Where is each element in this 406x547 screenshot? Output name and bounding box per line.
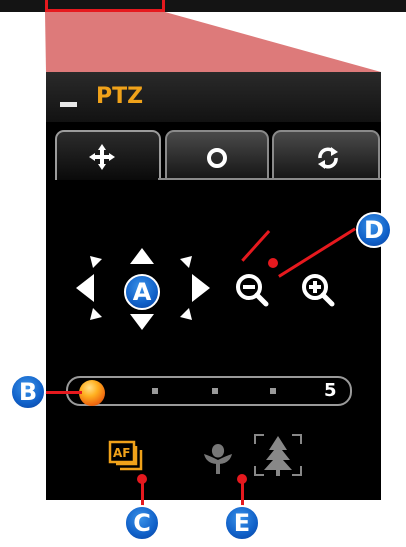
af-icon[interactable]: AF [108, 440, 148, 476]
speed-slider-track[interactable] [66, 376, 352, 406]
svg-text:AF: AF [113, 446, 130, 460]
callout-a: A [124, 274, 160, 310]
zoom-in-icon[interactable] [298, 270, 338, 310]
tab-divider [158, 178, 381, 180]
move-arrows-icon [89, 144, 115, 170]
callout-e-marker [237, 474, 247, 484]
tab-preset[interactable] [165, 130, 269, 180]
slider-tick [270, 388, 276, 394]
tab-move[interactable] [55, 130, 161, 180]
panel-title: PTZ [96, 84, 144, 109]
tree-icon[interactable] [252, 432, 304, 478]
down-right-arrow-icon[interactable] [180, 308, 192, 320]
slider-tick [152, 388, 158, 394]
tab-tour[interactable] [272, 130, 380, 180]
flower-icon[interactable] [200, 440, 236, 476]
slider-tick [212, 388, 218, 394]
callout-d-marker [268, 258, 278, 268]
down-left-arrow-icon[interactable] [90, 308, 102, 320]
callout-c-marker [137, 474, 147, 484]
zoom-out-icon[interactable] [232, 270, 272, 310]
rotate-icon [318, 147, 338, 169]
up-left-arrow-icon[interactable] [90, 256, 102, 268]
right-arrow-icon[interactable] [192, 274, 210, 302]
speed-max-label: 5 [324, 380, 337, 401]
preset-dot-icon [207, 148, 227, 168]
down-arrow-icon[interactable] [130, 314, 154, 330]
up-arrow-icon[interactable] [130, 248, 154, 264]
callout-b: B [10, 374, 46, 410]
left-arrow-icon[interactable] [76, 274, 94, 302]
minus-icon[interactable] [60, 102, 77, 107]
up-right-arrow-icon[interactable] [180, 256, 192, 268]
callout-e: E [224, 505, 260, 541]
callout-d: D [356, 212, 392, 248]
zoom-funnel [45, 12, 381, 72]
callout-c: C [124, 505, 160, 541]
speed-slider-knob[interactable] [79, 380, 105, 406]
